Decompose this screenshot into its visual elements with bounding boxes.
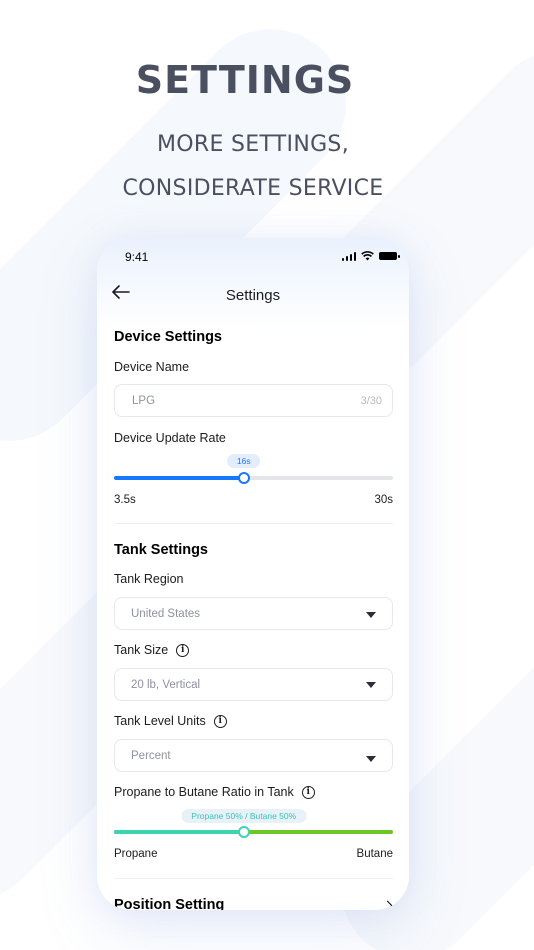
update-rate-max: 30s — [374, 494, 393, 506]
ratio-min-label: Propane — [114, 848, 158, 860]
info-icon[interactable]: i — [301, 785, 315, 799]
hero-subtitle-line2: CONSIDERATE SERVICE — [122, 176, 384, 201]
wifi-icon — [361, 251, 374, 261]
tank-region-value: United States — [131, 608, 201, 620]
tank-region-label-text: Tank Region — [114, 572, 184, 586]
tank-level-units-label: Tank Level Units i — [114, 714, 227, 728]
slider-thumb[interactable] — [237, 472, 250, 484]
tank-level-units-value: Percent — [131, 750, 171, 762]
battery-icon — [379, 252, 400, 260]
tank-size-label-text: Tank Size — [114, 643, 169, 657]
status-time: 9:41 — [125, 250, 149, 264]
tank-region-select[interactable]: United States — [114, 597, 393, 630]
update-rate-value-bubble: 16s — [226, 454, 261, 468]
slider-fill — [114, 476, 244, 480]
device-name-counter: 3/30 — [360, 395, 382, 407]
tank-level-units-label-text: Tank Level Units — [114, 714, 206, 728]
update-rate-label: Device Update Rate — [114, 431, 226, 445]
ratio-value-bubble: Propane 50% / Butane 50% — [181, 809, 307, 823]
ratio-slider[interactable] — [114, 826, 393, 838]
cellular-signal-icon — [341, 251, 356, 261]
hero-subtitle-line1: MORE SETTINGS, — [157, 132, 349, 157]
position-setting-title[interactable]: Position Setting — [114, 897, 224, 910]
update-rate-label-text: Device Update Rate — [114, 431, 226, 445]
tank-size-label: Tank Size i — [114, 643, 190, 657]
slider-thumb[interactable] — [237, 826, 250, 838]
hero-title: SETTINGS — [135, 58, 355, 102]
status-icons — [341, 251, 400, 261]
tank-size-select[interactable]: 20 lb, Vertical — [114, 668, 393, 701]
tank-settings-title: Tank Settings — [114, 542, 208, 558]
update-rate-slider[interactable] — [114, 472, 393, 484]
ratio-value-text: Propane 50% / Butane 50% — [191, 811, 297, 821]
caret-down-icon — [366, 612, 376, 618]
device-name-value: LPG — [132, 395, 156, 407]
section-divider — [114, 523, 393, 524]
device-name-label-text: Device Name — [114, 360, 190, 374]
device-name-input[interactable]: LPG 3/30 — [114, 384, 393, 417]
caret-down-icon — [366, 682, 376, 688]
phone-frame: 9:41 Settings Device Settings Device Nam… — [97, 238, 409, 910]
info-icon[interactable]: i — [176, 643, 190, 657]
ratio-label-text: Propane to Butane Ratio in Tank — [114, 785, 294, 799]
ratio-label: Propane to Butane Ratio in Tank i — [114, 785, 315, 799]
device-name-label: Device Name — [114, 360, 189, 374]
slider-fill — [114, 830, 244, 834]
caret-down-icon — [366, 756, 376, 762]
update-rate-min: 3.5s — [114, 494, 136, 506]
device-settings-title: Device Settings — [114, 329, 222, 345]
page-title: Settings — [225, 287, 281, 304]
tank-region-label: Tank Region — [114, 572, 184, 586]
section-divider — [114, 878, 393, 879]
info-icon[interactable]: i — [213, 714, 227, 728]
ratio-max-label: Butane — [356, 848, 393, 860]
tank-level-units-select[interactable]: Percent — [114, 739, 393, 772]
tank-size-value: 20 lb, Vertical — [131, 679, 201, 691]
